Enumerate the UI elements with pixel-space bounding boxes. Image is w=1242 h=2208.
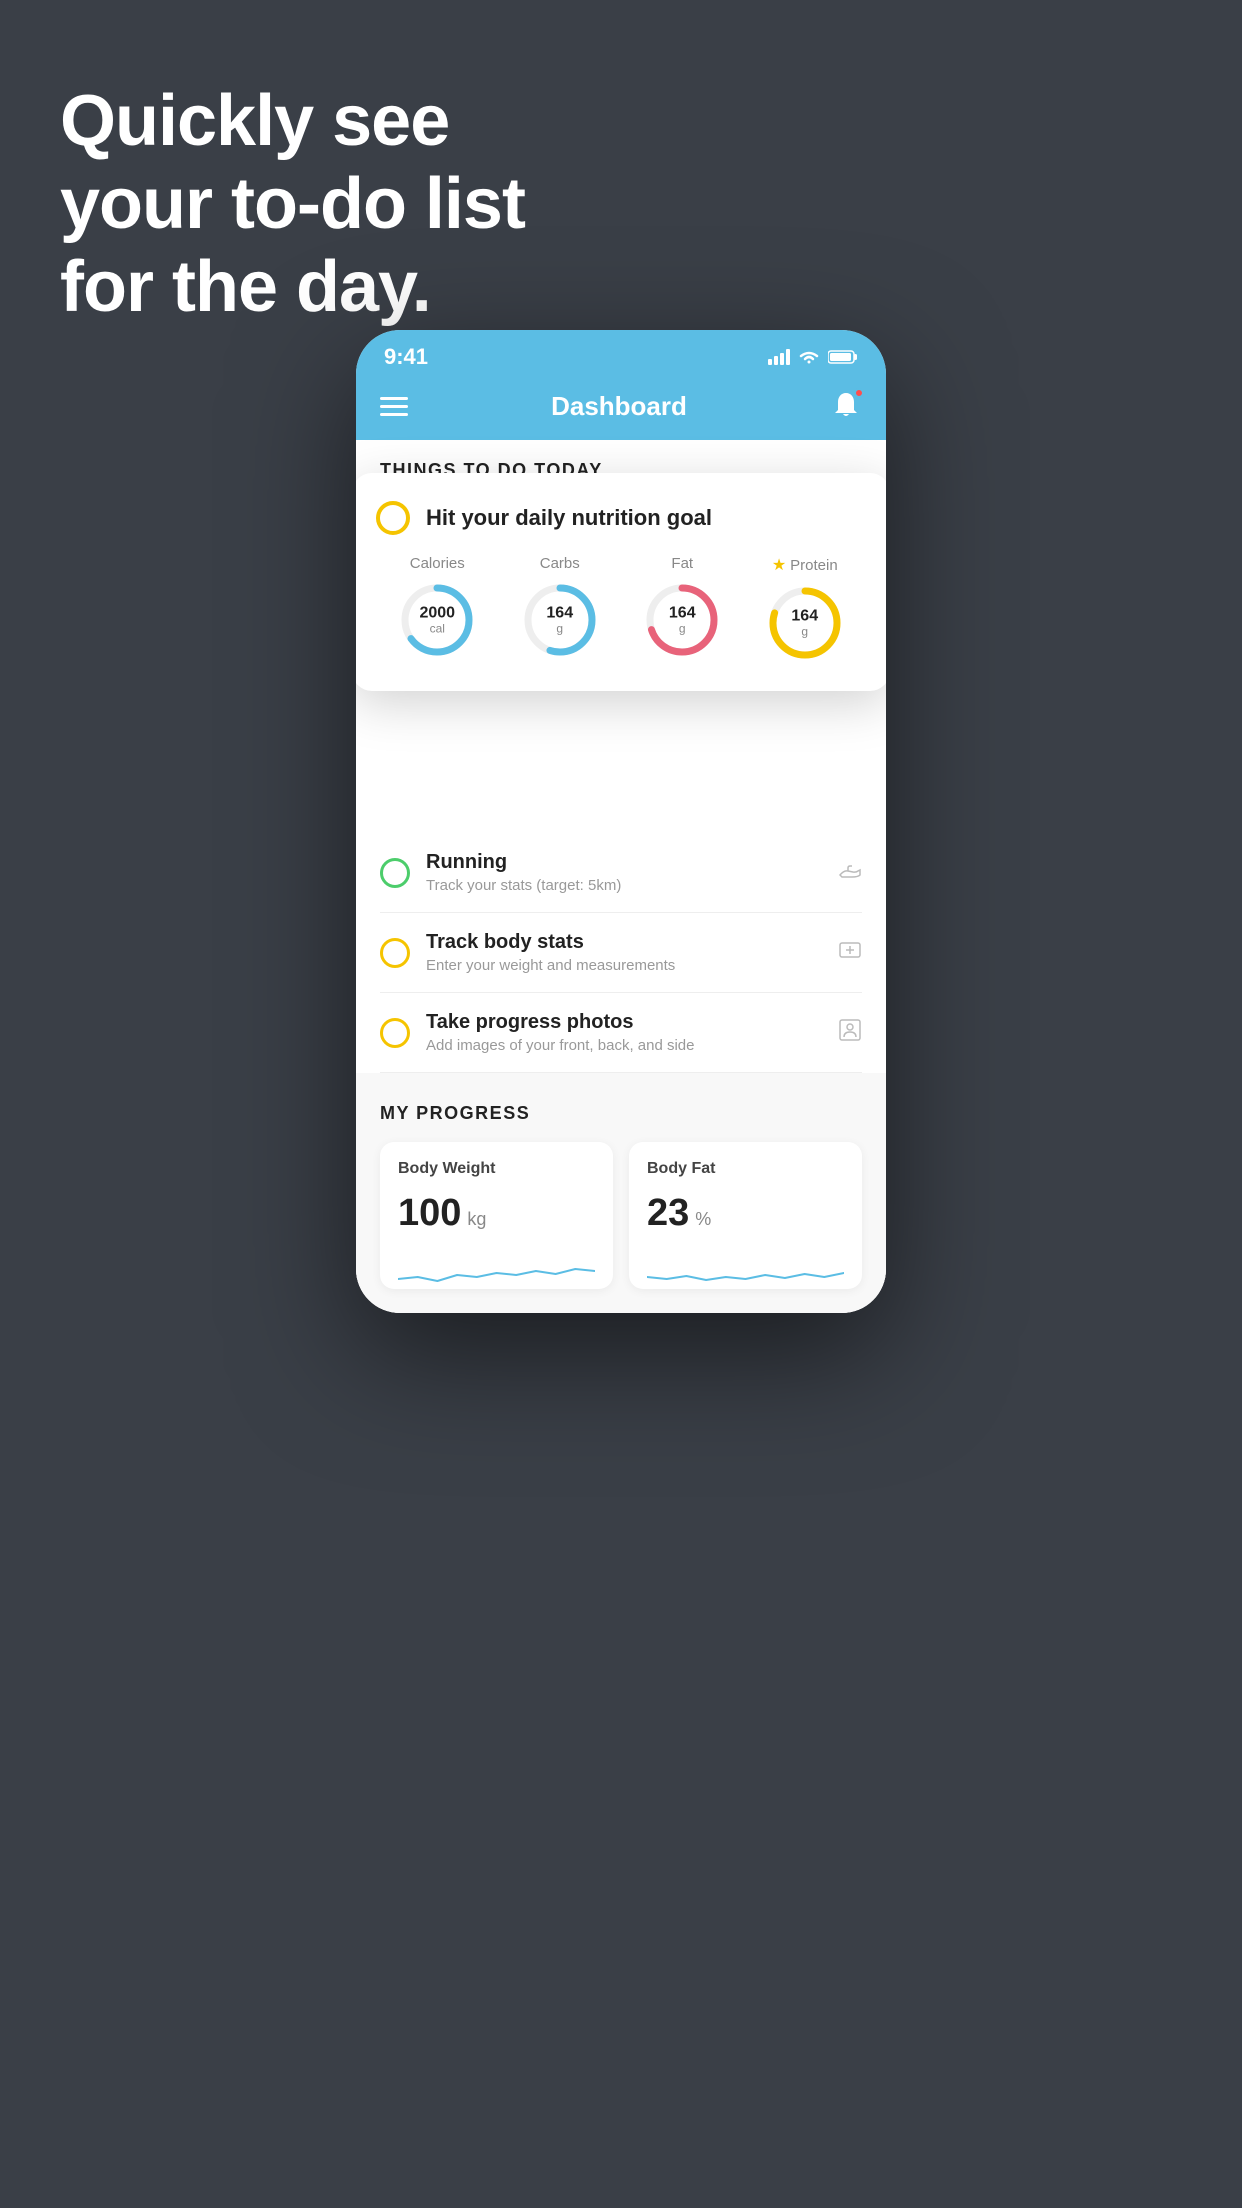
- progress-unit: %: [695, 1209, 711, 1230]
- nutrition-row: Calories 2000 cal Carbs 164 g Fat 164 g …: [376, 555, 866, 663]
- donut-protein: 164 g: [765, 583, 845, 663]
- donut-value: 164: [669, 605, 696, 623]
- todo-circle-photos: [380, 1018, 410, 1048]
- todo-icon-body-stats: [838, 938, 862, 968]
- todo-text-photos: Take progress photos Add images of your …: [426, 1011, 822, 1054]
- phone-mockup: 9:41: [356, 330, 886, 1313]
- todo-sub-body-stats: Enter your weight and measurements: [426, 957, 822, 974]
- todo-text-body-stats: Track body stats Enter your weight and m…: [426, 931, 822, 974]
- todo-main-body-stats: Track body stats: [426, 931, 822, 954]
- card-title-row: Hit your daily nutrition goal: [376, 501, 866, 535]
- progress-number: 100: [398, 1192, 461, 1235]
- progress-value: 100 kg: [398, 1192, 595, 1235]
- sparkline: [398, 1249, 595, 1289]
- wifi-icon: [798, 349, 820, 365]
- todo-sub-photos: Add images of your front, back, and side: [426, 1037, 822, 1054]
- progress-section: MY PROGRESS Body Weight 100 kg Body Fat …: [356, 1073, 886, 1313]
- progress-value: 23 %: [647, 1192, 844, 1235]
- sparkline-svg: [647, 1249, 844, 1289]
- status-bar: 9:41: [356, 330, 886, 380]
- donut-fat: 164 g: [642, 580, 722, 660]
- todo-icon-photos: [838, 1018, 862, 1048]
- donut-unit: cal: [419, 622, 455, 635]
- donut-center: 164 g: [791, 608, 818, 639]
- donut-center: 164 g: [546, 605, 573, 636]
- donut-center: 164 g: [669, 605, 696, 636]
- todo-icon-running: [838, 858, 862, 888]
- nutrition-carbs: Carbs 164 g: [520, 555, 600, 660]
- progress-card-body-weight: Body Weight 100 kg: [380, 1142, 613, 1289]
- status-icons: [768, 349, 858, 365]
- nutrition-card: Hit your daily nutrition goal Calories 2…: [356, 473, 886, 691]
- hamburger-line2: [380, 405, 408, 408]
- header-title: Dashboard: [551, 391, 687, 422]
- nutrition-circle-icon: [376, 501, 410, 535]
- progress-card-title: Body Weight: [398, 1160, 595, 1178]
- menu-button[interactable]: [380, 397, 408, 416]
- todo-item-running[interactable]: Running Track your stats (target: 5km): [380, 833, 862, 913]
- nutrition-label-text: Protein: [790, 557, 838, 574]
- signal-icon: [768, 349, 790, 365]
- todo-circle-body-stats: [380, 938, 410, 968]
- hero-text: Quickly see your to-do list for the day.: [60, 80, 525, 328]
- donut-value: 164: [791, 608, 818, 626]
- todo-circle-running: [380, 858, 410, 888]
- todo-list: Running Track your stats (target: 5km) T…: [356, 833, 886, 1073]
- todo-item-body-stats[interactable]: Track body stats Enter your weight and m…: [380, 913, 862, 993]
- app-header: Dashboard: [356, 380, 886, 440]
- progress-unit: kg: [467, 1209, 486, 1230]
- todo-text-running: Running Track your stats (target: 5km): [426, 851, 822, 894]
- progress-number: 23: [647, 1192, 689, 1235]
- nutrition-label-text: Calories: [410, 555, 465, 572]
- notification-button[interactable]: [830, 390, 862, 422]
- time-label: 9:41: [384, 344, 428, 370]
- donut-carbs: 164 g: [520, 580, 600, 660]
- nutrition-protein: ★ Protein 164 g: [765, 555, 845, 663]
- donut-center: 2000 cal: [419, 605, 455, 636]
- donut-value: 2000: [419, 605, 455, 623]
- hero-line2: your to-do list: [60, 163, 525, 246]
- app-body: THINGS TO DO TODAY Hit your daily nutrit…: [356, 440, 886, 1313]
- battery-icon: [828, 349, 858, 365]
- nutrition-fat: Fat 164 g: [642, 555, 722, 660]
- todo-main-photos: Take progress photos: [426, 1011, 822, 1034]
- progress-card-body-fat: Body Fat 23 %: [629, 1142, 862, 1289]
- donut-unit: g: [669, 622, 696, 635]
- nutrition-label-text: Carbs: [540, 555, 580, 572]
- progress-title: MY PROGRESS: [380, 1103, 862, 1124]
- sparkline: [647, 1249, 844, 1289]
- hamburger-line1: [380, 397, 408, 400]
- donut-calories: 2000 cal: [397, 580, 477, 660]
- todo-item-photos[interactable]: Take progress photos Add images of your …: [380, 993, 862, 1073]
- nutrition-card-title: Hit your daily nutrition goal: [426, 505, 712, 531]
- donut-unit: g: [791, 625, 818, 638]
- notification-dot: [854, 388, 864, 398]
- todo-sub-running: Track your stats (target: 5km): [426, 877, 822, 894]
- donut-unit: g: [546, 622, 573, 635]
- nutrition-calories: Calories 2000 cal: [397, 555, 477, 660]
- progress-card-title: Body Fat: [647, 1160, 844, 1178]
- star-icon: ★: [772, 555, 786, 575]
- progress-cards: Body Weight 100 kg Body Fat 23 %: [380, 1142, 862, 1289]
- hamburger-line3: [380, 413, 408, 416]
- donut-value: 164: [546, 605, 573, 623]
- sparkline-svg: [398, 1249, 595, 1289]
- todo-main-running: Running: [426, 851, 822, 874]
- hero-line3: for the day.: [60, 246, 525, 329]
- nutrition-label-text: Fat: [671, 555, 693, 572]
- hero-line1: Quickly see: [60, 80, 525, 163]
